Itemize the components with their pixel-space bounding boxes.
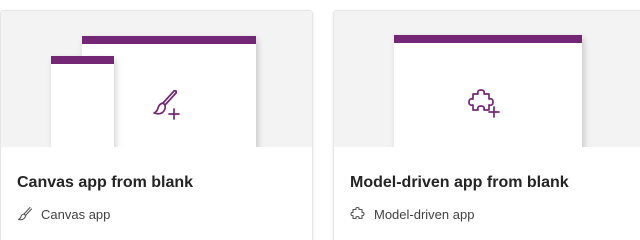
canvas-app-from-blank-card[interactable]: Canvas app from blank Canvas app xyxy=(0,10,313,240)
preview-window-front xyxy=(51,56,114,147)
card-subtitle-row: Canvas app xyxy=(17,206,110,222)
card-subtitle: Canvas app xyxy=(41,206,111,222)
model-driven-app-from-blank-card[interactable]: Model-driven app from blank Model-driven… xyxy=(333,10,640,240)
paintbrush-icon xyxy=(17,206,33,221)
card-subtitle: Model-driven app xyxy=(374,206,475,222)
paintbrush-add-icon xyxy=(153,89,180,120)
puzzle-add-icon xyxy=(468,89,500,118)
model-driven-app-preview xyxy=(334,11,640,147)
card-subtitle-row: Model-driven app xyxy=(350,206,474,222)
canvas-app-preview xyxy=(1,11,312,147)
puzzle-piece-icon xyxy=(350,206,365,220)
app-template-cards: Canvas app from blank Canvas app Model-d… xyxy=(0,0,640,240)
card-title: Canvas app from blank xyxy=(17,174,194,191)
card-title: Model-driven app from blank xyxy=(350,174,569,191)
